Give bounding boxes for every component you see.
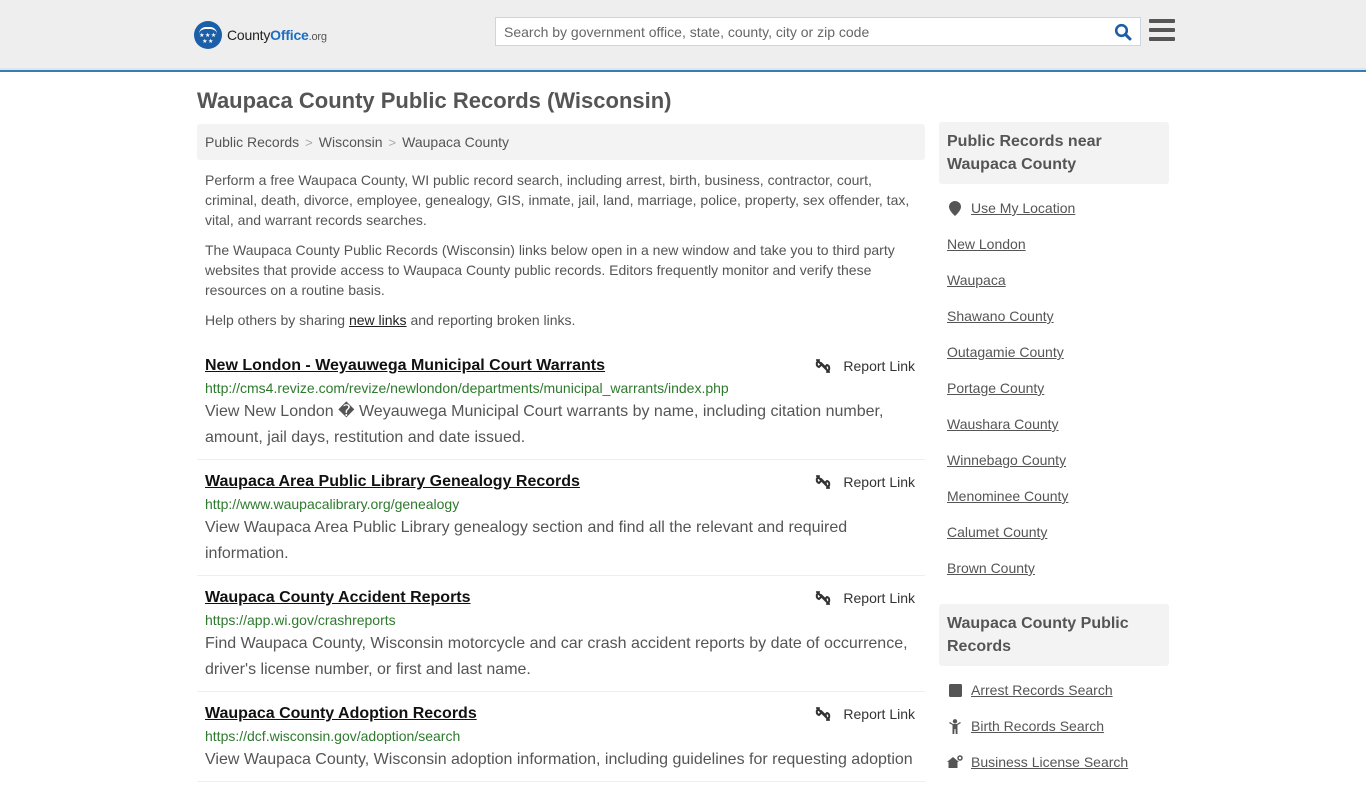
birth-records-link[interactable]: Birth Records Search (971, 716, 1104, 736)
record-description: View New London � Weyauwega Municipal Co… (205, 403, 884, 446)
records-list: New London - Weyauwega Municipal Court W… (197, 350, 925, 782)
search-button[interactable] (1106, 18, 1140, 45)
page-title: Waupaca County Public Records (Wisconsin… (197, 88, 672, 113)
breadcrumb-waupaca-county[interactable]: Waupaca County (402, 134, 509, 150)
nearby-link-new-london[interactable]: New London (947, 234, 1026, 254)
eagle-logo-icon: ★★★ ★★ (194, 21, 222, 49)
arrest-icon (947, 680, 963, 700)
nearby-records-heading: Public Records near Waupaca County (939, 122, 1169, 184)
broken-link-icon (816, 475, 831, 489)
nearby-item: New London (947, 234, 1161, 270)
nearby-link-brown-county[interactable]: Brown County (947, 558, 1035, 578)
county-records-heading: Waupaca County Public Records (939, 604, 1169, 666)
nearby-link-portage-county[interactable]: Portage County (947, 378, 1044, 398)
broken-link-icon (816, 591, 831, 605)
report-link-label: Report Link (843, 590, 915, 606)
search-input[interactable] (496, 18, 1106, 45)
broken-link-icon (816, 359, 831, 373)
nearby-link-winnebago-county[interactable]: Winnebago County (947, 450, 1066, 470)
main-content: Public Records > Wisconsin > Waupaca Cou… (197, 124, 925, 782)
sidebar: Public Records near Waupaca County Use M… (939, 122, 1169, 796)
record-url: https://dcf.wisconsin.gov/adoption/searc… (205, 728, 461, 744)
site-logo[interactable]: ★★★ ★★ CountyOffice.org (194, 21, 327, 49)
nearby-item: Outagamie County (947, 342, 1161, 378)
breadcrumb-separator: > (388, 134, 397, 150)
record-description: View Waupaca Area Public Library genealo… (205, 519, 848, 562)
nearby-link-calumet-county[interactable]: Calumet County (947, 522, 1047, 542)
record-item: Waupaca Area Public Library Genealogy Re… (197, 460, 925, 576)
report-link-label: Report Link (843, 358, 915, 374)
intro-paragraph: Perform a free Waupaca County, WI public… (205, 172, 910, 228)
breadcrumb-wisconsin[interactable]: Wisconsin (319, 134, 383, 150)
report-link-button[interactable]: Report Link (815, 472, 915, 492)
nearby-link-shawano-county[interactable]: Shawano County (947, 306, 1054, 326)
arrest-records-link[interactable]: Arrest Records Search (971, 680, 1113, 700)
nearby-item: Waushara County (947, 414, 1161, 450)
record-description: Find Waupaca County, Wisconsin motorcycl… (205, 635, 908, 678)
use-my-location-item: Use My Location (947, 198, 1161, 234)
broken-link-icon (816, 707, 831, 721)
record-url: https://app.wi.gov/crashreports (205, 612, 396, 628)
nearby-link-menominee-county[interactable]: Menominee County (947, 486, 1068, 506)
nearby-link-outagamie-county[interactable]: Outagamie County (947, 342, 1064, 362)
county-record-item: Business License Search (947, 752, 1161, 788)
business-icon (947, 752, 963, 772)
help-paragraph: Help others by sharing new links and rep… (205, 310, 917, 330)
nearby-item: Shawano County (947, 306, 1161, 342)
record-url: http://cms4.revize.com/revize/newlondon/… (205, 380, 729, 396)
report-link-button[interactable]: Report Link (815, 356, 915, 376)
county-record-item: Birth Records Search (947, 716, 1161, 752)
record-item: New London - Weyauwega Municipal Court W… (197, 350, 925, 460)
record-title-link[interactable]: Waupaca Area Public Library Genealogy Re… (205, 472, 580, 492)
report-link-label: Report Link (843, 474, 915, 490)
nearby-item: Calumet County (947, 522, 1161, 558)
use-my-location-link[interactable]: Use My Location (971, 198, 1075, 218)
help-text: Help others by sharing (205, 312, 349, 328)
nearby-item: Winnebago County (947, 450, 1161, 486)
hamburger-menu-button[interactable] (1149, 19, 1175, 43)
logo-text: CountyOffice.org (227, 27, 327, 43)
search-bar (495, 17, 1141, 46)
nearby-link-waushara-county[interactable]: Waushara County (947, 414, 1059, 434)
nearby-item: Waupaca (947, 270, 1161, 306)
report-link-button[interactable]: Report Link (815, 588, 915, 608)
search-icon (1114, 23, 1132, 40)
report-link-button[interactable]: Report Link (815, 704, 915, 724)
report-link-label: Report Link (843, 706, 915, 722)
breadcrumb-separator: > (305, 134, 313, 150)
map-marker-icon (947, 198, 963, 218)
record-item: Waupaca County Adoption Records Report L… (197, 692, 925, 782)
business-license-link[interactable]: Business License Search (971, 752, 1128, 772)
hamburger-line (1149, 37, 1175, 41)
intro-paragraph: The Waupaca County Public Records (Wisco… (205, 242, 895, 298)
new-links-link[interactable]: new links (349, 312, 407, 328)
breadcrumb: Public Records > Wisconsin > Waupaca Cou… (197, 124, 925, 160)
nearby-item: Menominee County (947, 486, 1161, 522)
record-title-link[interactable]: Waupaca County Accident Reports (205, 588, 471, 608)
nearby-records-list: Use My Location New London Waupaca Shawa… (939, 184, 1169, 602)
help-text: and reporting broken links. (406, 312, 576, 328)
county-record-item: Arrest Records Search (947, 680, 1161, 716)
hamburger-line (1149, 28, 1175, 32)
record-title-link[interactable]: New London - Weyauwega Municipal Court W… (205, 356, 605, 376)
record-title-link[interactable]: Waupaca County Adoption Records (205, 704, 477, 724)
hamburger-menu-icon (1149, 19, 1175, 23)
intro-text: Perform a free Waupaca County, WI public… (197, 170, 925, 330)
nearby-item: Brown County (947, 558, 1161, 594)
baby-icon (947, 716, 963, 736)
breadcrumb-public-records[interactable]: Public Records (205, 134, 299, 150)
nearby-link-waupaca[interactable]: Waupaca (947, 270, 1006, 290)
site-header: ★★★ ★★ CountyOffice.org (0, 0, 1366, 72)
record-item: Waupaca County Accident Reports Report L… (197, 576, 925, 692)
county-records-list: Arrest Records Search Birth Records Sear… (939, 666, 1169, 796)
record-url: http://www.waupacalibrary.org/genealogy (205, 496, 460, 512)
record-description: View Waupaca County, Wisconsin adoption … (205, 751, 913, 768)
nearby-item: Portage County (947, 378, 1161, 414)
